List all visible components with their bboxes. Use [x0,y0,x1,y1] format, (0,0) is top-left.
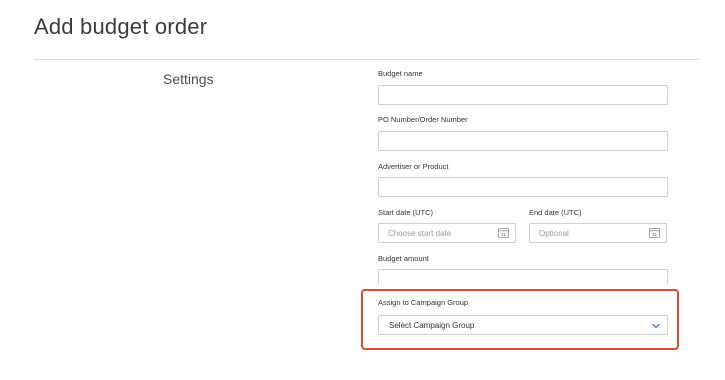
campaign-group-selected: Select Campaign Group [389,321,475,330]
calendar-icon[interactable]: 31 [498,228,509,238]
budget-name-label: Budget name [378,69,423,78]
end-date-input[interactable]: Optional 31 [529,223,667,243]
header-divider [34,59,700,60]
campaign-group-select[interactable]: Select Campaign Group [378,315,668,335]
start-date-placeholder: Choose start date [388,229,452,238]
advertiser-label: Advertiser or Product [378,162,449,171]
page-title: Add budget order [34,14,208,39]
calendar-icon-text: 31 [501,232,507,237]
calendar-icon[interactable]: 31 [649,228,660,238]
end-date-label: End date (UTC) [529,208,582,217]
po-number-label: PO Number/Order Number [378,115,468,124]
start-date-label: Start date (UTC) [378,208,434,217]
chevron-down-icon[interactable] [651,321,661,331]
section-label-settings: Settings [163,71,214,87]
campaign-group-label: Assign to Campaign Group [378,298,469,307]
calendar-icon-text: 31 [652,232,658,237]
end-date-placeholder: Optional [539,229,569,238]
po-number-input[interactable] [378,131,668,151]
budget-amount-label: Budget amount [378,254,429,263]
budget-name-input[interactable] [378,85,668,105]
start-date-input[interactable]: Choose start date 31 [378,223,516,243]
budget-amount-input[interactable] [378,269,668,285]
advertiser-input[interactable] [378,177,668,197]
